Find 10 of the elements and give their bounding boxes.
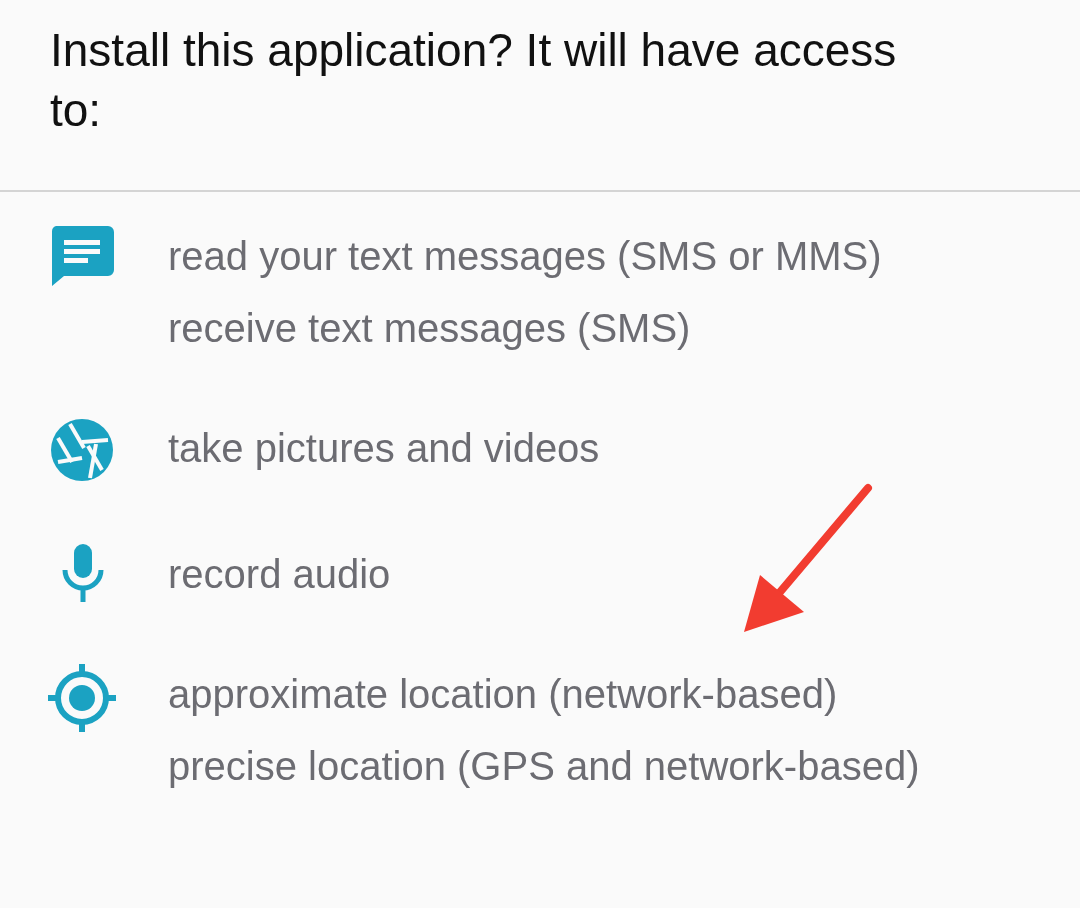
permission-text: read your text messages (SMS or MMS) [168, 233, 883, 280]
permission-text: approximate location (network-based) [168, 671, 839, 718]
microphone-icon [61, 544, 105, 602]
location-target-icon [48, 664, 116, 732]
permission-text: receive text messages (SMS) [168, 305, 692, 352]
dialog-title: Install this application? It will have access to: [49, 23, 898, 138]
permission-text: precise location (GPS and network-based) [168, 743, 921, 790]
permission-text: take pictures and videos [168, 425, 601, 472]
permission-text: record audio [168, 551, 392, 598]
message-icon [50, 226, 114, 286]
